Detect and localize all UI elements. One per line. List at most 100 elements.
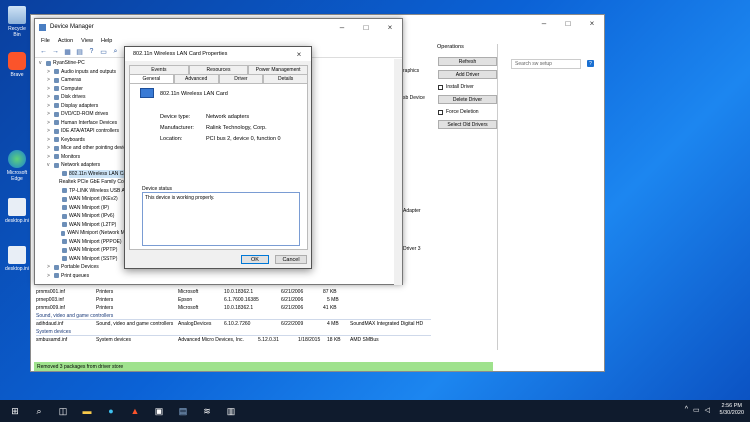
minimize-icon[interactable]: – bbox=[330, 19, 354, 35]
scrollbar[interactable] bbox=[394, 59, 402, 285]
recycle-bin-icon bbox=[8, 6, 26, 24]
expand-icon[interactable]: > bbox=[47, 119, 52, 128]
tab-strip: Events Resources Power Management Genera… bbox=[129, 65, 309, 83]
table-row[interactable]: prnms001.inf Printers Microsoft 10.0.183… bbox=[36, 288, 431, 296]
brave-icon[interactable]: ▲ bbox=[126, 402, 144, 420]
menu-file[interactable]: File bbox=[41, 38, 50, 44]
cancel-button[interactable]: Cancel bbox=[275, 255, 307, 264]
status-bar: Removed 3 packages from driver store bbox=[34, 362, 493, 371]
tab-general[interactable]: General bbox=[129, 74, 174, 83]
device-icon bbox=[62, 247, 67, 253]
device-icon bbox=[54, 69, 59, 75]
refresh-button[interactable]: Refresh bbox=[438, 57, 497, 66]
expand-icon[interactable]: > bbox=[47, 93, 52, 102]
app-icon[interactable]: ▥ bbox=[222, 402, 240, 420]
clock[interactable]: 2:56 PM 5/30/2020 bbox=[720, 403, 744, 417]
device-manager-titlebar[interactable]: Device Manager – □ × bbox=[35, 19, 402, 35]
store-icon[interactable]: ▣ bbox=[150, 402, 168, 420]
minimize-icon[interactable]: – bbox=[532, 15, 556, 31]
delete-driver-button[interactable]: Delete Driver bbox=[438, 95, 497, 104]
properties-icon[interactable]: ▦ bbox=[63, 47, 72, 56]
select-old-drivers-button[interactable]: Select Old Drivers bbox=[438, 120, 497, 129]
tab-power-management[interactable]: Power Management bbox=[248, 65, 309, 74]
network-tool-icon[interactable]: ≋ bbox=[198, 402, 216, 420]
desktop-icon-recycle-bin[interactable]: Recycle Bin bbox=[4, 6, 30, 38]
desktop-icon-desktop-ini-2[interactable]: desktop.ini bbox=[4, 246, 30, 272]
expand-icon[interactable]: > bbox=[47, 76, 52, 85]
device-icon bbox=[54, 86, 59, 92]
expand-icon[interactable]: > bbox=[47, 85, 52, 94]
desktop-icon-brave[interactable]: Brave bbox=[4, 52, 30, 78]
expand-icon[interactable]: > bbox=[47, 136, 52, 145]
view-icon[interactable]: ▤ bbox=[75, 47, 84, 56]
help-icon[interactable]: ? bbox=[587, 60, 594, 67]
group-header-sound[interactable]: Sound, video and game controllers bbox=[36, 312, 431, 320]
expand-icon[interactable]: > bbox=[47, 153, 52, 162]
device-icon bbox=[62, 222, 67, 228]
dialog-title: 802.11n Wireless LAN Card Properties bbox=[133, 51, 228, 57]
tab-details[interactable]: Details bbox=[263, 74, 308, 83]
forward-icon[interactable]: → bbox=[51, 47, 60, 56]
close-icon[interactable]: × bbox=[580, 15, 604, 31]
dialog-titlebar[interactable]: 802.11n Wireless LAN Card Properties × bbox=[125, 47, 311, 61]
expand-icon[interactable]: > bbox=[47, 263, 52, 272]
desktop-icon-label: desktop.ini bbox=[5, 266, 29, 272]
close-icon[interactable]: × bbox=[378, 19, 402, 35]
desktop-icon-label: Brave bbox=[10, 72, 24, 78]
device-name: 802.11n Wireless LAN Card bbox=[160, 91, 228, 97]
tree-node[interactable]: > Print queues bbox=[39, 272, 139, 281]
group-header-system[interactable]: System devices bbox=[36, 328, 431, 336]
table-row[interactable]: prnms009.inf Printers Microsoft 10.0.183… bbox=[36, 304, 431, 312]
add-driver-button[interactable]: Add Driver bbox=[438, 70, 497, 79]
maximize-icon[interactable]: □ bbox=[556, 15, 580, 31]
scan-icon[interactable]: ⌕ bbox=[111, 47, 120, 56]
device-icon bbox=[61, 230, 66, 236]
file-icon bbox=[8, 246, 26, 264]
expand-icon[interactable]: > bbox=[47, 110, 52, 119]
start-icon[interactable]: ⊞ bbox=[6, 402, 24, 420]
ok-button[interactable]: OK bbox=[241, 255, 269, 264]
volume-icon[interactable]: ◁ bbox=[705, 406, 710, 414]
tab-resources[interactable]: Resources bbox=[188, 65, 249, 74]
behind-text: Driver 3 bbox=[403, 246, 421, 252]
file-icon bbox=[8, 198, 26, 216]
tab-driver[interactable]: Driver bbox=[218, 74, 264, 83]
expand-icon[interactable]: > bbox=[47, 68, 52, 77]
install-driver-checkbox[interactable]: Install Driver bbox=[438, 84, 474, 90]
search-input[interactable]: Search sw setup bbox=[511, 59, 581, 69]
operations-title: Operations bbox=[437, 44, 464, 50]
collapse-icon[interactable]: v bbox=[39, 59, 44, 68]
maximize-icon[interactable]: □ bbox=[354, 19, 378, 35]
tab-events[interactable]: Events bbox=[129, 65, 189, 74]
search-icon[interactable]: ⌕ bbox=[30, 402, 48, 420]
back-icon[interactable]: ← bbox=[39, 47, 48, 56]
menu-help[interactable]: Help bbox=[101, 38, 112, 44]
network-icon[interactable]: ▭ bbox=[693, 406, 700, 414]
expand-icon[interactable]: > bbox=[47, 272, 52, 281]
device-icon bbox=[62, 205, 67, 211]
device-icon bbox=[54, 162, 59, 168]
table-row[interactable]: adihdaud.inf Sound, video and game contr… bbox=[36, 320, 431, 328]
help-icon[interactable]: ? bbox=[87, 47, 96, 56]
desktop-icon-desktop-ini-1[interactable]: desktop.ini bbox=[4, 198, 30, 224]
collapse-icon[interactable]: v bbox=[47, 161, 52, 170]
task-view-icon[interactable]: ◫ bbox=[54, 402, 72, 420]
table-row[interactable]: smbusamd.inf System devices Advanced Mic… bbox=[36, 336, 431, 344]
device-icon bbox=[54, 120, 59, 126]
expand-icon[interactable]: > bbox=[47, 102, 52, 111]
tab-advanced[interactable]: Advanced bbox=[173, 74, 219, 83]
monitor-icon[interactable]: ▭ bbox=[99, 47, 108, 56]
force-deletion-checkbox[interactable]: Force Deletion bbox=[438, 109, 479, 115]
expand-icon[interactable]: > bbox=[47, 144, 52, 153]
table-row[interactable]: prnep003.inf Printers Epson 6.1.7600.163… bbox=[36, 296, 431, 304]
file-explorer-icon[interactable]: ▬ bbox=[78, 402, 96, 420]
menu-view[interactable]: View bbox=[81, 38, 93, 44]
expand-icon[interactable]: > bbox=[47, 127, 52, 136]
device-status-textbox[interactable]: This device is working properly. bbox=[142, 192, 300, 246]
close-icon[interactable]: × bbox=[287, 46, 311, 62]
menu-action[interactable]: Action bbox=[58, 38, 73, 44]
device-manager-taskbar-icon[interactable]: ▤ bbox=[174, 402, 192, 420]
desktop-icon-edge[interactable]: Microsoft Edge bbox=[4, 150, 30, 182]
chevron-up-icon[interactable]: ^ bbox=[685, 406, 688, 414]
edge-icon[interactable]: ● bbox=[102, 402, 120, 420]
